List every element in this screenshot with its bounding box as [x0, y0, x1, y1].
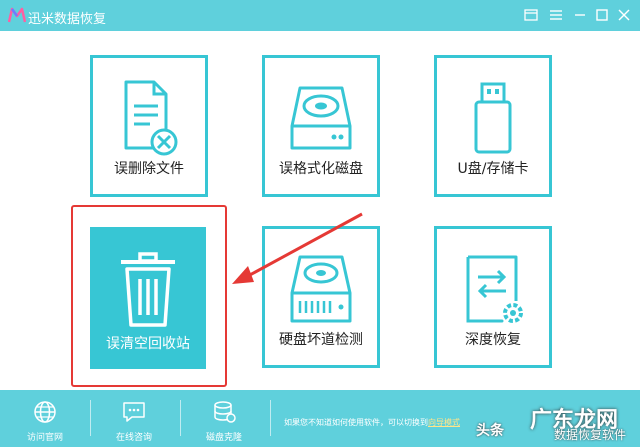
globe-icon	[34, 401, 56, 423]
database-icon	[214, 401, 236, 423]
tile-usb-card[interactable]: U盘/存储卡	[434, 55, 552, 197]
wizard-mode-link[interactable]: 向导模式	[428, 418, 460, 427]
tile-deleted-file[interactable]: 误删除文件	[90, 55, 208, 197]
close-icon	[618, 9, 630, 21]
hard-disk-icon	[290, 86, 352, 150]
app-title: 迅米数据恢复	[28, 12, 107, 27]
visit-website-button[interactable]: 访问官网	[2, 390, 88, 447]
deleted-file-icon	[124, 80, 178, 156]
tile-label: 硬盘坏道检测	[279, 332, 363, 348]
tile-label: 深度恢复	[465, 332, 521, 348]
watermark: 头条 广东龙网 数据恢复软件	[476, 400, 640, 447]
bb-label: 访问官网	[26, 433, 63, 443]
skin-icon	[524, 9, 538, 21]
watermark-line1: 头条	[476, 423, 504, 439]
title-bar: 迅米数据恢复	[0, 0, 640, 31]
wizard-mode-note: 如果您不知道如何使用软件，可以切换到向导模式	[284, 417, 460, 428]
highlight-box	[71, 205, 227, 387]
close-button[interactable]	[613, 5, 635, 25]
bb-label: 在线咨询	[115, 433, 152, 443]
disk-scan-icon	[290, 255, 352, 323]
skin-button[interactable]	[520, 5, 542, 25]
disk-clone-button[interactable]: 磁盘克隆	[181, 390, 267, 447]
note-text: 如果您不知道如何使用软件，可以切换到	[284, 418, 428, 427]
tile-bad-sector[interactable]: 硬盘坏道检测	[262, 226, 380, 368]
divider	[270, 400, 271, 436]
minimize-button[interactable]	[569, 5, 591, 25]
chat-icon	[123, 402, 145, 422]
menu-button[interactable]	[545, 5, 567, 25]
tile-label: 误格式化磁盘	[279, 161, 363, 177]
menu-icon	[550, 10, 562, 20]
deep-recovery-icon	[466, 255, 523, 323]
bb-label: 磁盘克隆	[205, 433, 242, 443]
tile-format-disk[interactable]: 误格式化磁盘	[262, 55, 380, 197]
maximize-icon	[596, 9, 608, 21]
minimize-icon	[575, 14, 585, 16]
tile-label: 误删除文件	[114, 161, 184, 177]
watermark-line3: 数据恢复软件	[554, 428, 627, 442]
maximize-button[interactable]	[591, 5, 613, 25]
usb-drive-icon	[474, 82, 512, 154]
online-chat-button[interactable]: 在线咨询	[91, 390, 177, 447]
app-logo-icon	[8, 7, 26, 23]
tile-deep-recovery[interactable]: 深度恢复	[434, 226, 552, 368]
tile-label: U盘/存储卡	[457, 161, 529, 177]
